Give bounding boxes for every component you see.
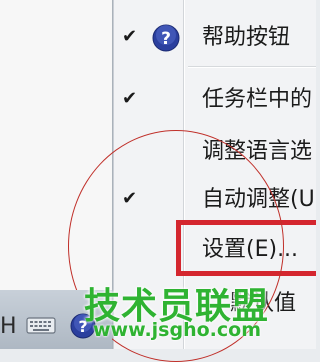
menu-item-label: 任务栏中的 bbox=[202, 87, 313, 112]
menu-item-label: 帮助按钮 bbox=[202, 25, 291, 50]
menu-item-taskbar[interactable]: ✔ 任务栏中的 bbox=[112, 78, 316, 122]
svg-text:?: ? bbox=[161, 29, 171, 49]
checkmark-icon: ✔ bbox=[122, 88, 138, 109]
menu-separator-highlight bbox=[188, 67, 316, 68]
language-indicator[interactable]: H bbox=[0, 314, 17, 339]
menu-item-help-button[interactable]: ✔ ? 帮助按钮 bbox=[112, 16, 316, 60]
watermark-url: www.jsgho.com bbox=[93, 319, 261, 341]
help-icon: ? bbox=[152, 24, 180, 52]
checkmark-icon: ✔ bbox=[122, 26, 138, 47]
keyboard-icon[interactable] bbox=[26, 314, 56, 336]
